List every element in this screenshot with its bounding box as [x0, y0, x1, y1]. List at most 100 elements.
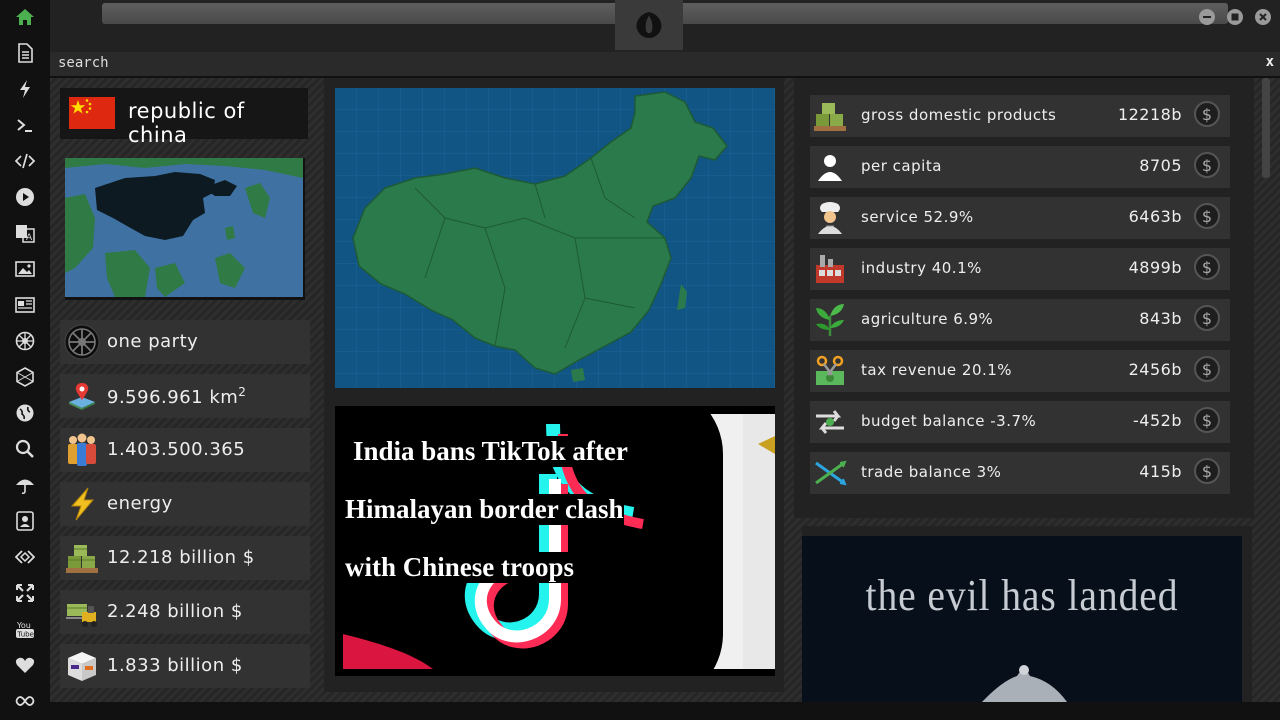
economy-row-industry[interactable]: industry 40.1% 4899b $ — [810, 248, 1230, 290]
infinity-icon[interactable] — [13, 689, 37, 713]
economy-row-tax-revenue[interactable]: tax revenue 20.1% 2456b $ — [810, 350, 1230, 392]
stat-area[interactable]: 9.596.961 km2 — [60, 374, 310, 418]
news-headline-line-3: with Chinese troops — [343, 552, 585, 583]
bottom-bar — [50, 702, 1280, 720]
dollar-button[interactable]: $ — [1194, 101, 1220, 127]
promo-panel: the evil has landed — [802, 526, 1252, 702]
energy-label: energy — [107, 493, 173, 514]
region-minimap[interactable] — [65, 158, 305, 300]
rebel-alliance-icon — [636, 12, 662, 38]
area-value: 9.596.961 km2 — [107, 385, 247, 408]
diamond-code-icon[interactable] — [13, 545, 37, 569]
search-bar[interactable]: search x — [50, 52, 1280, 78]
news-icon[interactable] — [13, 293, 37, 317]
document-icon[interactable] — [13, 41, 37, 65]
economy-label: service 52.9% — [861, 208, 974, 226]
economy-value: -452b — [1133, 411, 1182, 430]
translate-icon[interactable]: A — [13, 221, 37, 245]
news-card[interactable]: India bans TikTok after Himalayan border… — [335, 406, 775, 676]
close-icon — [1259, 13, 1267, 21]
hexagon-icon[interactable] — [13, 365, 37, 389]
promo-banner[interactable]: the evil has landed — [802, 536, 1242, 702]
search-label[interactable]: search — [58, 55, 109, 71]
economy-row-service[interactable]: service 52.9% 6463b $ — [810, 197, 1230, 239]
economy-value: 6463b — [1128, 207, 1182, 226]
stat-exports[interactable]: 1.833 billion $ — [60, 644, 310, 688]
terminal-icon[interactable] — [13, 113, 37, 137]
lightning-icon[interactable] — [13, 77, 37, 101]
population-value: 1.403.500.365 — [107, 439, 246, 460]
galactic-empire-icon[interactable] — [13, 329, 37, 353]
government-type: one party — [107, 331, 199, 352]
balance-arrows-icon — [812, 404, 848, 440]
stat-gdp[interactable]: 12.218 billion $ — [60, 536, 310, 580]
scissors-money-icon — [812, 353, 848, 389]
economy-label: trade balance 3% — [861, 463, 1002, 481]
news-image: India bans TikTok after Himalayan border… — [343, 414, 775, 669]
country-panel: republic of china one party 9.596.961 km… — [50, 78, 318, 702]
economy-label: industry 40.1% — [861, 259, 982, 277]
search-close-button[interactable]: x — [1266, 54, 1274, 70]
umbrella-icon[interactable] — [13, 473, 37, 497]
economy-row-budget-balance[interactable]: budget balance -3.7% -452b $ — [810, 401, 1230, 443]
stat-population[interactable]: 1.403.500.365 — [60, 428, 310, 472]
energy-icon — [64, 486, 100, 522]
expand-icon[interactable] — [13, 581, 37, 605]
map-news-panel: India bans TikTok after Himalayan border… — [324, 78, 784, 692]
search-icon[interactable] — [13, 437, 37, 461]
economy-value: 415b — [1139, 462, 1182, 481]
economy-panel: gross domestic products 12218b $ per cap… — [794, 78, 1254, 518]
economy-row-trade-balance[interactable]: trade balance 3% 415b $ — [810, 452, 1230, 494]
economy-label: gross domestic products — [861, 106, 1057, 124]
contact-icon[interactable] — [13, 509, 37, 533]
dollar-button[interactable]: $ — [1194, 254, 1220, 280]
close-window-button[interactable] — [1255, 9, 1271, 25]
economy-value: 12218b — [1117, 105, 1182, 124]
chef-icon — [812, 200, 848, 236]
gdp-value: 12.218 billion $ — [107, 547, 255, 568]
galactic-empire-icon — [64, 324, 100, 360]
globe-icon[interactable] — [13, 401, 37, 425]
home-icon[interactable] — [13, 5, 37, 29]
country-name: republic of china — [128, 99, 245, 147]
economy-row-per-capita[interactable]: per capita 8705 $ — [810, 146, 1230, 188]
economy-value: 843b — [1139, 309, 1182, 328]
sidebar: A You Tube — [0, 0, 51, 720]
svg-text:Tube: Tube — [17, 631, 34, 639]
stat-budget[interactable]: 2.248 billion $ — [60, 590, 310, 634]
economy-row-agriculture[interactable]: agriculture 6.9% 843b $ — [810, 299, 1230, 341]
dollar-button[interactable]: $ — [1194, 305, 1220, 331]
rebel-alliance-logo-tab[interactable] — [615, 0, 683, 50]
country-header: republic of china — [60, 88, 308, 147]
youtube-icon[interactable]: You Tube — [13, 617, 37, 641]
heart-icon[interactable] — [13, 653, 37, 677]
country-map[interactable] — [335, 88, 775, 388]
code-icon[interactable] — [13, 149, 37, 173]
maximize-icon — [1231, 13, 1239, 21]
economy-label: per capita — [861, 157, 942, 175]
minimize-icon — [1203, 16, 1211, 18]
svg-text:You: You — [16, 621, 31, 630]
map-pin-icon — [64, 378, 100, 414]
china-flag — [69, 97, 115, 129]
play-icon[interactable] — [13, 185, 37, 209]
dollar-button[interactable]: $ — [1194, 407, 1220, 433]
economy-label: agriculture 6.9% — [861, 310, 994, 328]
economy-value: 8705 — [1139, 156, 1182, 175]
image-icon[interactable] — [13, 257, 37, 281]
economy-row-gdp[interactable]: gross domestic products 12218b $ — [810, 95, 1230, 137]
main-content: republic of china one party 9.596.961 km… — [50, 78, 1280, 702]
dollar-button[interactable]: $ — [1194, 458, 1220, 484]
news-headline-line-2: Himalayan border clash — [343, 494, 624, 525]
exports-value: 1.833 billion $ — [107, 655, 243, 676]
minimize-button[interactable] — [1199, 9, 1215, 25]
stat-government[interactable]: one party — [60, 320, 310, 364]
economy-scrollbar[interactable] — [1262, 78, 1270, 178]
dollar-button[interactable]: $ — [1194, 152, 1220, 178]
money-pallet-icon — [64, 540, 100, 576]
economy-label: tax revenue 20.1% — [861, 361, 1013, 379]
dollar-button[interactable]: $ — [1194, 356, 1220, 382]
maximize-button[interactable] — [1227, 9, 1243, 25]
dollar-button[interactable]: $ — [1194, 203, 1220, 229]
stat-energy[interactable]: energy — [60, 482, 310, 526]
